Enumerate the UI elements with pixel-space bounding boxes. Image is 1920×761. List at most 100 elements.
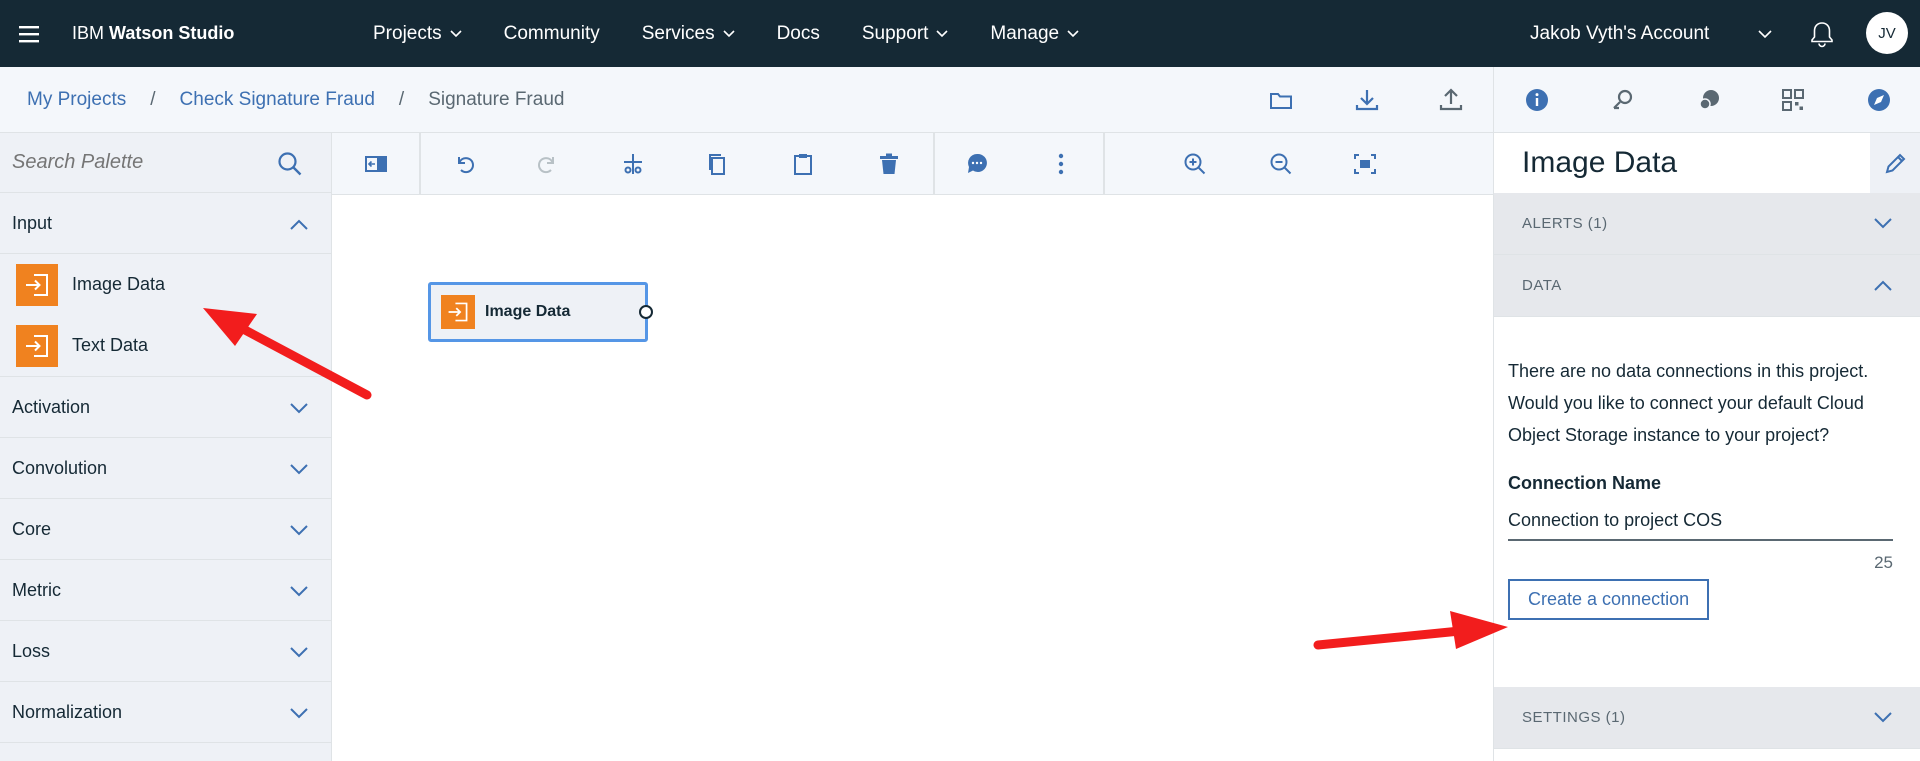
palette-category-convolution[interactable]: Convolution <box>0 438 331 499</box>
toolbar-divider <box>1103 133 1105 195</box>
inspector-toolbar <box>1493 67 1920 133</box>
breadcrumb-separator: / <box>150 88 156 110</box>
section-alerts[interactable]: ALERTS (1) <box>1494 193 1920 255</box>
section-label: ALERTS (1) <box>1522 215 1608 232</box>
breadcrumb-my-projects[interactable]: My Projects <box>27 89 126 111</box>
zoom-out-icon[interactable] <box>1268 151 1294 177</box>
chevron-down-icon <box>936 29 948 37</box>
data-section-body: There are no data connections in this pr… <box>1494 317 1920 687</box>
copy-icon[interactable] <box>704 151 730 177</box>
chevron-down-icon <box>290 525 308 536</box>
chevron-down-icon <box>290 647 308 658</box>
qr-grid-icon[interactable] <box>1780 87 1806 113</box>
hyperparameters-icon[interactable] <box>1610 87 1636 113</box>
output-port[interactable] <box>639 305 653 319</box>
brand-logo[interactable]: IBM Watson Studio <box>72 23 352 44</box>
chat-icon[interactable] <box>1696 87 1722 113</box>
compass-icon[interactable] <box>1866 87 1892 113</box>
input-node-icon <box>16 263 58 306</box>
toolbar-divider <box>419 133 421 195</box>
hamburger-menu-button[interactable] <box>0 0 58 67</box>
search-icon[interactable] <box>276 150 304 178</box>
comment-icon[interactable] <box>964 151 990 177</box>
nav-community-label: Community <box>503 22 600 44</box>
undo-icon[interactable] <box>452 151 478 177</box>
search-palette-input[interactable] <box>12 151 262 174</box>
connection-name-label: Connection Name <box>1508 473 1662 493</box>
palette-category-input[interactable]: Input <box>0 193 331 254</box>
properties-panel: Image Data ALERTS (1) DATA There are no … <box>1493 133 1920 761</box>
palette-item-label: Text Data <box>72 335 149 355</box>
download-icon[interactable] <box>1354 87 1380 113</box>
notification-bell-icon[interactable] <box>1808 20 1836 48</box>
canvas-node-label: Image Data <box>485 303 571 320</box>
section-data[interactable]: DATA <box>1494 255 1920 317</box>
breadcrumb: My Projects / Check Signature Fraud / Si… <box>0 67 1493 133</box>
chevron-down-icon <box>1874 218 1892 229</box>
chevron-down-icon <box>290 708 308 719</box>
category-label: Input <box>12 212 53 233</box>
toggle-palette-icon[interactable] <box>363 151 389 177</box>
palette-category-core[interactable]: Core <box>0 499 331 560</box>
chevron-down-icon <box>1758 30 1772 39</box>
brand-name: Watson Studio <box>109 23 235 43</box>
category-label: Loss <box>12 640 51 661</box>
category-label: Metric <box>12 579 61 600</box>
flow-canvas[interactable] <box>332 195 1493 761</box>
breadcrumb-project[interactable]: Check Signature Fraud <box>180 89 375 111</box>
create-connection-button[interactable]: Create a connection <box>1508 579 1710 620</box>
nav-services[interactable]: Services <box>621 0 756 67</box>
nav-docs[interactable]: Docs <box>756 0 841 67</box>
palette-category-activation[interactable]: Activation <box>0 377 331 438</box>
toolbar-divider <box>933 133 935 195</box>
chevron-down-icon <box>450 29 462 37</box>
chevron-up-icon <box>290 219 308 230</box>
connection-name-input[interactable] <box>1508 504 1893 541</box>
palette-item-image-data[interactable]: Image Data <box>0 254 331 315</box>
palette-item-label: Image Data <box>72 274 166 294</box>
info-icon[interactable] <box>1524 87 1550 113</box>
upload-icon[interactable] <box>1438 87 1464 113</box>
chevron-down-icon <box>290 403 308 414</box>
palette-category-metric[interactable]: Metric <box>0 560 331 621</box>
section-settings[interactable]: SETTINGS (1) <box>1494 687 1920 749</box>
brand-prefix: IBM <box>72 23 105 43</box>
category-label: Activation <box>12 396 91 417</box>
user-avatar[interactable]: JV <box>1866 12 1908 54</box>
cut-icon[interactable] <box>620 151 646 177</box>
nav-manage[interactable]: Manage <box>969 0 1100 67</box>
nav-support-label: Support <box>861 22 929 44</box>
chevron-down-icon <box>290 586 308 597</box>
nav-community[interactable]: Community <box>483 0 621 67</box>
main-nav: Projects Community Services Docs Support… <box>352 0 1100 67</box>
palette-category-normalization[interactable]: Normalization <box>0 682 331 743</box>
chevron-down-icon <box>1067 29 1079 37</box>
canvas-toolbar <box>332 133 1493 195</box>
redo-icon[interactable] <box>534 151 560 177</box>
nav-projects[interactable]: Projects <box>352 0 483 67</box>
hamburger-icon <box>19 25 39 42</box>
palette-category-loss[interactable]: Loss <box>0 621 331 682</box>
edit-title-button[interactable] <box>1870 133 1920 193</box>
zoom-in-icon[interactable] <box>1182 151 1208 177</box>
chevron-down-icon <box>1874 712 1892 723</box>
nav-manage-label: Manage <box>990 22 1060 44</box>
paste-icon[interactable] <box>790 151 816 177</box>
palette-item-text-data[interactable]: Text Data <box>0 315 331 376</box>
account-switcher[interactable]: Jakob Vyth's Account <box>1530 0 1772 67</box>
nav-support[interactable]: Support <box>841 0 970 67</box>
delete-icon[interactable] <box>876 151 902 177</box>
category-label: Normalization <box>12 701 123 722</box>
fit-to-screen-icon[interactable] <box>1352 151 1378 177</box>
chevron-down-icon <box>723 29 735 37</box>
folder-icon[interactable] <box>1268 87 1294 113</box>
palette-search <box>0 133 331 193</box>
nav-services-label: Services <box>641 22 715 44</box>
no-connections-message: There are no data connections in this pr… <box>1508 361 1869 445</box>
properties-title: Image Data <box>1494 133 1920 193</box>
overflow-menu-icon[interactable] <box>1048 151 1074 177</box>
breadcrumb-current: Signature Fraud <box>428 88 565 110</box>
canvas-node-image-data[interactable]: Image Data <box>428 282 653 342</box>
nav-projects-label: Projects <box>373 22 442 44</box>
category-label: Convolution <box>12 457 108 478</box>
